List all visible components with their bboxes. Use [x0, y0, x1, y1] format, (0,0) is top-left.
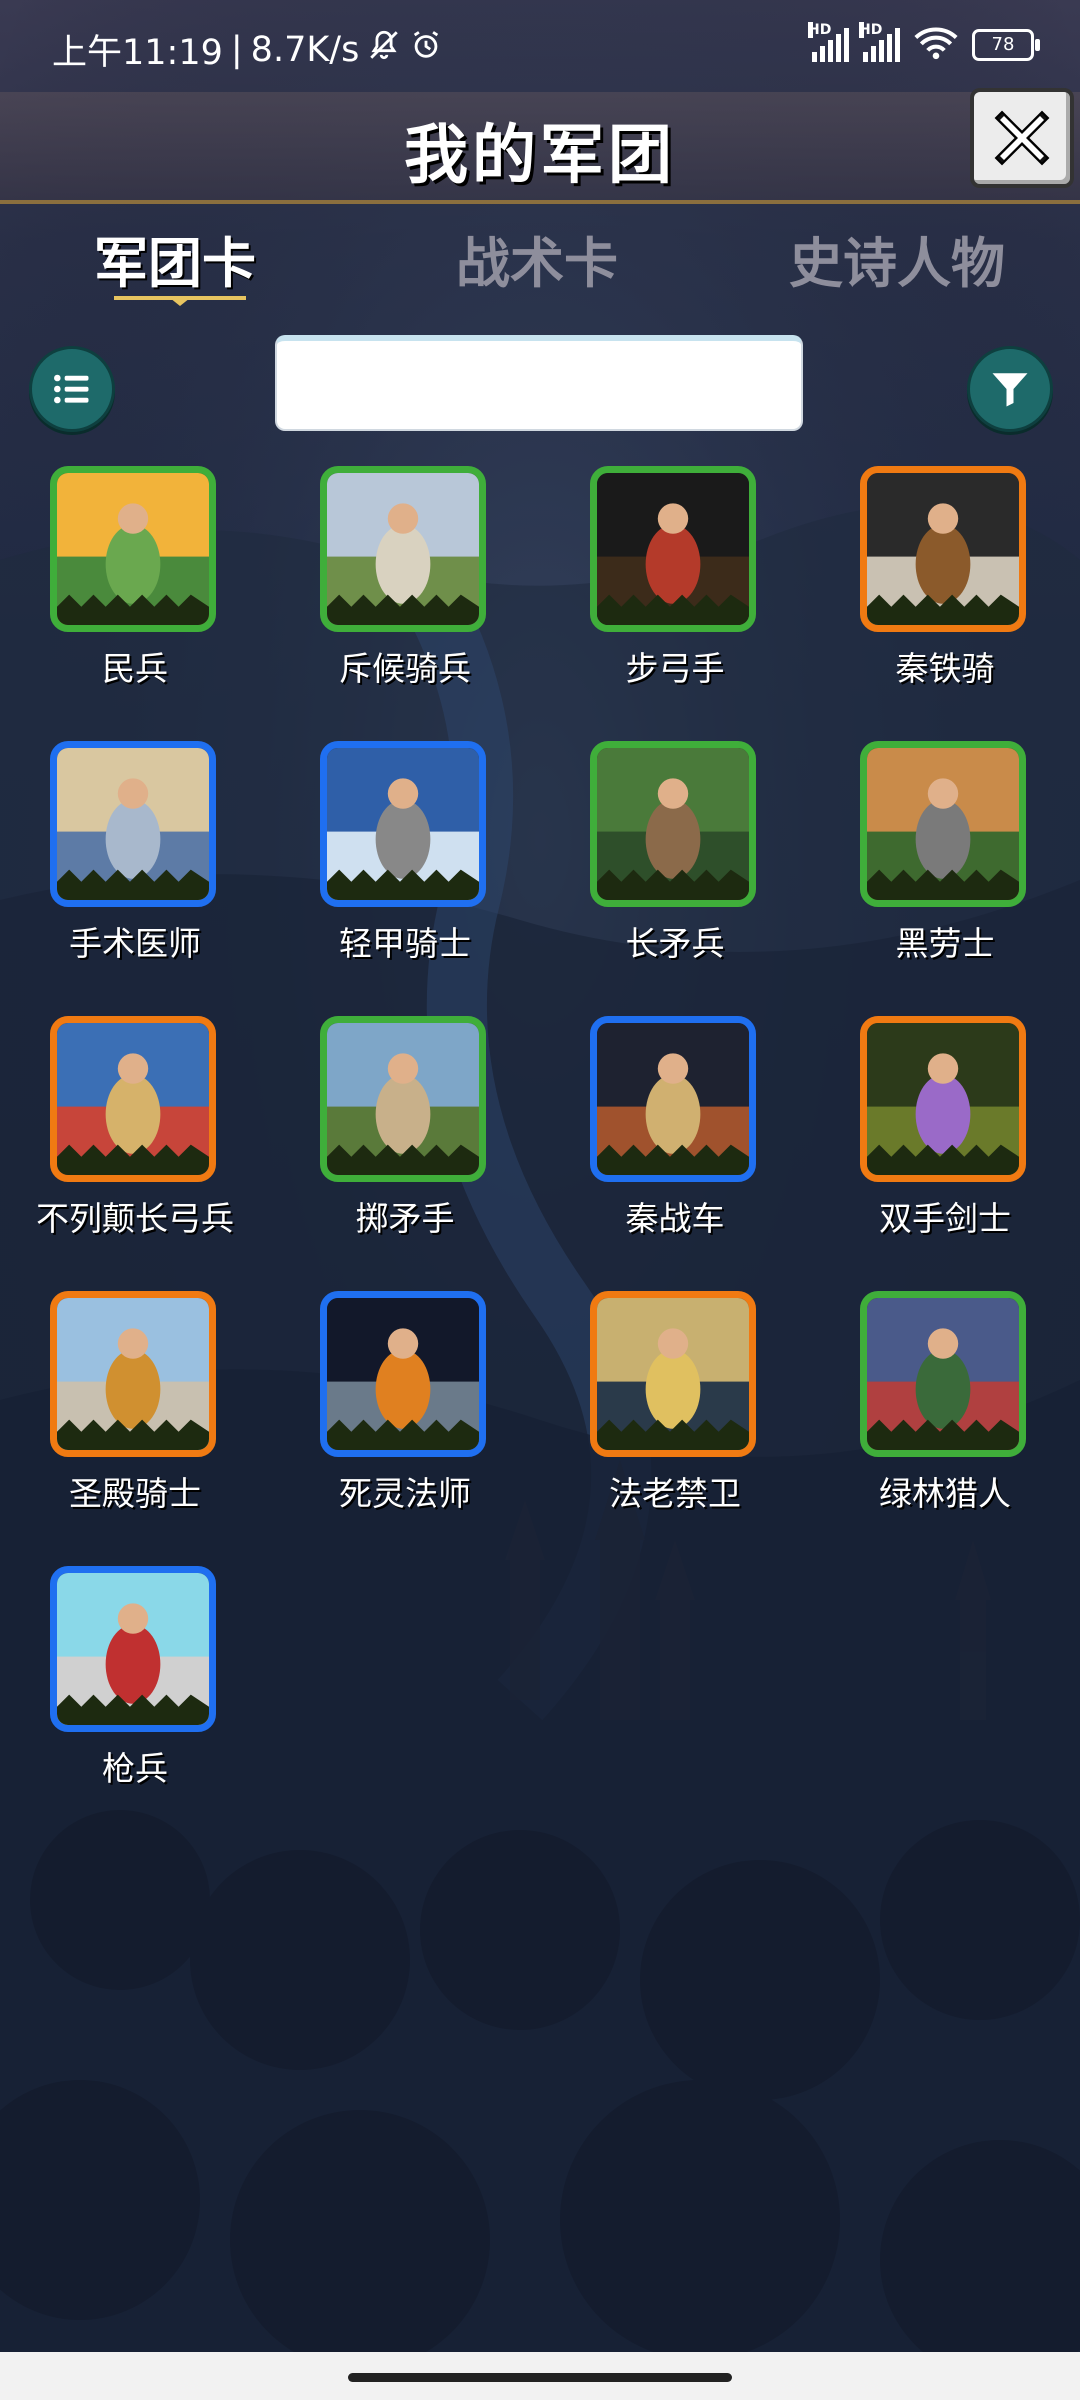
unit-card[interactable]: 步弓手 [540, 460, 810, 700]
unit-name: 双手剑士 [879, 1199, 1011, 1238]
unit-name: 秦战车 [625, 1199, 725, 1238]
status-separator: | [230, 29, 243, 70]
unit-portrait [320, 741, 486, 907]
unit-card[interactable]: 不列颠长弓兵 [0, 1010, 270, 1250]
unit-portrait [50, 466, 216, 632]
unit-portrait [590, 1291, 756, 1457]
unit-name: 轻甲骑士 [339, 924, 471, 963]
tab-tactic-cards[interactable]: 战术卡 [407, 219, 667, 298]
unit-portrait [50, 1016, 216, 1182]
unit-name: 不列颠长弓兵 [36, 1199, 234, 1238]
unit-portrait [590, 466, 756, 632]
unit-card[interactable]: 黑劳士 [810, 735, 1080, 975]
network-speed: 8.7K/s [250, 29, 360, 70]
unit-name: 斥候骑兵 [339, 649, 471, 688]
unit-name: 圣殿骑士 [69, 1474, 201, 1513]
tab-legion-cards[interactable]: 军团卡 [45, 219, 305, 298]
hd-label: HD [808, 22, 832, 38]
battery-icon: 78 [972, 29, 1040, 61]
hd-label-2: HD [859, 22, 883, 38]
unit-card[interactable]: 轻甲骑士 [270, 735, 540, 975]
active-tab-indicator [114, 296, 246, 306]
unit-portrait [50, 741, 216, 907]
unit-card[interactable]: 绿林猎人 [810, 1285, 1080, 1525]
unit-name: 掷矛手 [355, 1199, 455, 1238]
unit-portrait [50, 1291, 216, 1457]
search-input[interactable] [275, 335, 803, 431]
status-bar: 上午11:19 | 8.7K/s HD HD 78 [0, 0, 1080, 92]
status-right: HD HD 78 [808, 22, 1040, 64]
unit-portrait [320, 466, 486, 632]
wifi-icon [914, 26, 958, 64]
unit-name: 法老禁卫 [609, 1474, 741, 1513]
unit-portrait [590, 741, 756, 907]
unit-portrait [860, 466, 1026, 632]
header: 我的军团 [0, 88, 1080, 204]
unit-name: 绿林猎人 [879, 1474, 1011, 1513]
unit-portrait [320, 1016, 486, 1182]
filter-icon [992, 373, 1028, 407]
unit-card[interactable]: 斥候骑兵 [270, 460, 540, 700]
close-button[interactable] [970, 88, 1074, 188]
alarm-icon [409, 28, 443, 71]
unit-card[interactable]: 圣殿骑士 [0, 1285, 270, 1525]
unit-portrait [590, 1016, 756, 1182]
unit-name: 民兵 [102, 649, 168, 688]
filter-button[interactable] [967, 346, 1053, 432]
status-time: 上午11:19 [52, 33, 223, 73]
signal-icon: HD [808, 22, 849, 62]
unit-name: 手术医师 [69, 924, 201, 963]
unit-card[interactable]: 枪兵 [0, 1560, 270, 1800]
unit-card[interactable]: 长矛兵 [540, 735, 810, 975]
unit-card[interactable]: 法老禁卫 [540, 1285, 810, 1525]
unit-card[interactable]: 秦铁骑 [810, 460, 1080, 700]
unit-card[interactable]: 秦战车 [540, 1010, 810, 1250]
home-indicator[interactable] [348, 2373, 732, 2382]
unit-portrait [320, 1291, 486, 1457]
unit-name: 秦铁骑 [895, 649, 995, 688]
unit-portrait [860, 1016, 1026, 1182]
unit-portrait [50, 1566, 216, 1732]
page-title: 我的军团 [404, 119, 676, 193]
close-icon [994, 110, 1050, 166]
status-left: 上午11:19 | 8.7K/s [52, 24, 443, 75]
unit-name: 黑劳士 [895, 924, 995, 963]
mute-icon [367, 28, 401, 71]
list-icon [54, 374, 89, 404]
unit-name: 死灵法师 [339, 1474, 471, 1513]
tab-epic-characters[interactable]: 史诗人物 [767, 219, 1027, 298]
unit-portrait [860, 1291, 1026, 1457]
unit-portrait [860, 741, 1026, 907]
signal-icon-2: HD [859, 22, 900, 62]
unit-card[interactable]: 掷矛手 [270, 1010, 540, 1250]
list-view-button[interactable] [29, 346, 115, 432]
unit-name: 步弓手 [625, 649, 725, 688]
unit-card[interactable]: 死灵法师 [270, 1285, 540, 1525]
unit-card[interactable]: 双手剑士 [810, 1010, 1080, 1250]
unit-name: 枪兵 [102, 1749, 168, 1788]
unit-card[interactable]: 手术医师 [0, 735, 270, 975]
unit-name: 长矛兵 [625, 924, 725, 963]
unit-card[interactable]: 民兵 [0, 460, 270, 700]
